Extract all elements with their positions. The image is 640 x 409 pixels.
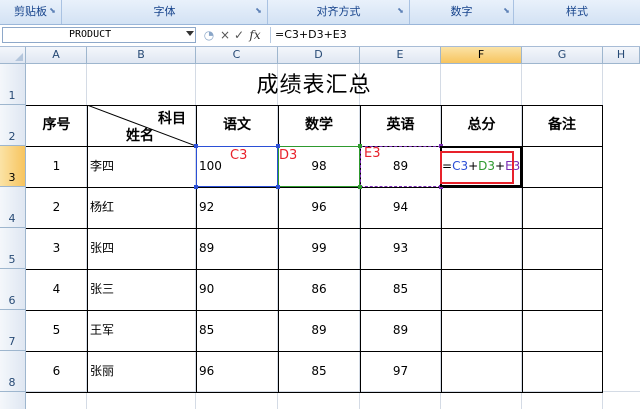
name-cell[interactable]: 李四 — [87, 146, 196, 187]
ribbon-group-label: 对齐方式 — [316, 5, 361, 18]
ref-handle[interactable] — [358, 144, 362, 148]
header-cell-chinese[interactable]: 语文 — [196, 105, 278, 146]
formula-ref-e3: E3 — [505, 159, 521, 173]
name-cell[interactable]: 张三 — [87, 269, 196, 310]
seq-cell[interactable]: 2 — [26, 187, 87, 228]
row-header-9[interactable] — [0, 392, 26, 409]
ribbon-group-number[interactable]: 数字 — [410, 0, 514, 24]
name-box[interactable]: PRODUCT — [2, 27, 196, 43]
row-header-6[interactable]: 6 — [0, 269, 26, 310]
column-header-h[interactable]: H — [603, 47, 640, 64]
seq-cell[interactable]: 3 — [26, 228, 87, 269]
dialog-launcher-icon[interactable]: ⬊ — [502, 6, 511, 15]
chevron-down-icon[interactable] — [186, 31, 194, 36]
chinese-cell[interactable]: 90 — [196, 269, 278, 310]
column-header-g[interactable]: G — [522, 47, 603, 64]
english-cell[interactable]: 97 — [360, 351, 441, 392]
ribbon-group-label: 数字 — [450, 5, 473, 18]
dialog-launcher-icon[interactable]: ⬊ — [254, 6, 263, 15]
chinese-cell[interactable]: 89 — [196, 228, 278, 269]
formula-plus: + — [468, 159, 479, 173]
seq-cell[interactable]: 4 — [26, 269, 87, 310]
ribbon-group-label: 字体 — [153, 5, 176, 18]
math-cell[interactable]: 86 — [278, 269, 360, 310]
english-cell[interactable]: 89 — [360, 310, 441, 351]
cell-f3-formula[interactable]: =C3+D3+E3 — [442, 159, 520, 173]
row-header-2[interactable]: 2 — [0, 105, 26, 146]
annotation-c3: C3 — [230, 148, 248, 163]
chinese-cell[interactable]: 85 — [196, 310, 278, 351]
annotation-d3: D3 — [279, 148, 298, 163]
insert-function-icon[interactable]: fx — [248, 27, 262, 43]
math-cell[interactable]: 96 — [278, 187, 360, 228]
chinese-cell[interactable]: 96 — [196, 351, 278, 392]
formula-ref-d3: D3 — [478, 159, 496, 173]
ribbon-group-font[interactable]: 字体 — [62, 0, 268, 24]
cancel-icon[interactable]: × — [218, 27, 232, 43]
column-header-b[interactable]: B — [87, 47, 196, 64]
formula-plus: + — [495, 159, 506, 173]
ribbon-group-styles[interactable]: 样式 — [514, 0, 640, 24]
column-header-e[interactable]: E — [360, 47, 441, 64]
ribbon-group-bar: 剪贴板 ⬊ 字体 ⬊ 对齐方式 ⬊ 数字 ⬊ 样式 — [0, 0, 640, 25]
ribbon-group-alignment[interactable]: 对齐方式 — [268, 0, 410, 24]
math-cell[interactable]: 99 — [278, 228, 360, 269]
header-cell-remark[interactable]: 备注 — [522, 105, 602, 146]
sheet-title[interactable]: 成绩表汇总 — [26, 64, 602, 105]
name-cell[interactable]: 张丽 — [87, 351, 196, 392]
header-cell-english[interactable]: 英语 — [360, 105, 441, 146]
name-cell[interactable]: 张四 — [87, 228, 196, 269]
math-cell[interactable]: 89 — [278, 310, 360, 351]
header-name-label: 姓名 — [126, 128, 154, 144]
row-header-4[interactable]: 4 — [0, 187, 26, 228]
column-header-a[interactable]: A — [26, 47, 87, 64]
name-cell[interactable]: 王军 — [87, 310, 196, 351]
formula-bar: PRODUCT ◔ × ✓ fx =C3+D3+E3 — [0, 25, 640, 47]
seq-cell[interactable]: 1 — [26, 146, 87, 187]
name-box-value: PRODUCT — [69, 29, 112, 40]
ref-handle[interactable] — [358, 185, 362, 189]
chinese-cell[interactable]: 92 — [196, 187, 278, 228]
ribbon-group-label: 剪贴板 — [14, 5, 47, 18]
english-cell[interactable]: 93 — [360, 228, 441, 269]
dialog-launcher-icon[interactable]: ⬊ — [48, 6, 57, 15]
row-header-8[interactable]: 8 — [0, 351, 26, 392]
formula-ref-c3: C3 — [452, 159, 469, 173]
ref-handle[interactable] — [194, 185, 198, 189]
english-cell[interactable]: 94 — [360, 187, 441, 228]
row-header-5[interactable]: 5 — [0, 228, 26, 269]
enter-icon[interactable]: ✓ — [232, 27, 246, 43]
sheet-title-text: 成绩表汇总 — [256, 73, 372, 98]
column-header-c[interactable]: C — [196, 47, 278, 64]
math-cell[interactable]: 85 — [278, 351, 360, 392]
select-all-corner[interactable] — [0, 47, 26, 64]
annotation-e3: E3 — [364, 146, 381, 161]
header-cell-total[interactable]: 总分 — [441, 105, 522, 146]
seq-cell[interactable]: 5 — [26, 310, 87, 351]
seq-cell[interactable]: 6 — [26, 351, 87, 392]
row-header-3[interactable]: 3 — [0, 146, 26, 187]
row-header-1[interactable]: 1 — [0, 64, 26, 105]
header-cell-seq[interactable]: 序号 — [26, 105, 87, 146]
ref-handle[interactable] — [194, 144, 198, 148]
column-header-d[interactable]: D — [278, 47, 360, 64]
circle-icon: ◔ — [203, 28, 215, 42]
ref-handle[interactable] — [276, 185, 280, 189]
row-header-7[interactable]: 7 — [0, 310, 26, 351]
column-header-f[interactable]: F — [441, 47, 522, 64]
dialog-launcher-icon[interactable]: ⬊ — [396, 6, 405, 15]
ribbon-group-label: 样式 — [566, 5, 588, 18]
formula-text: =C3+D3+E3 — [275, 28, 347, 41]
header-cell-math[interactable]: 数学 — [278, 105, 360, 146]
english-cell[interactable]: 85 — [360, 269, 441, 310]
header-subject-label: 科目 — [158, 111, 186, 127]
formula-input[interactable]: =C3+D3+E3 — [270, 27, 640, 43]
formula-equals: = — [442, 159, 453, 173]
name-cell[interactable]: 杨红 — [87, 187, 196, 228]
